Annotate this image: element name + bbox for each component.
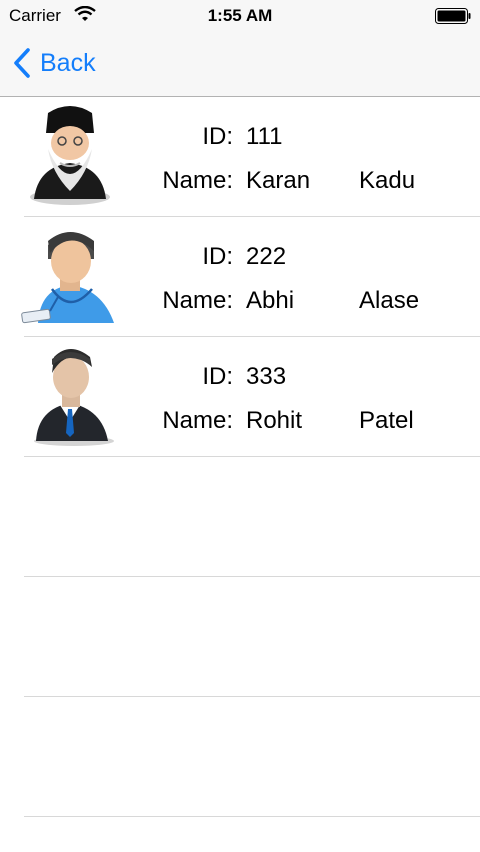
status-bar: Carrier 1:55 AM [0,0,480,32]
empty-row [24,457,480,577]
navigation-bar: Back [0,32,480,97]
clock: 1:55 AM [207,6,273,25]
back-button[interactable]: Back [12,46,96,80]
id-label: ID: [202,123,233,150]
id-value: 333 [246,363,287,390]
chevron-left-icon [14,48,30,78]
name-label: Name: [162,407,233,434]
last-name: Patel [359,407,414,434]
id-value: 111 [246,123,283,150]
id-label: ID: [202,243,233,270]
table-row[interactable]: ID: 333 Name: Rohit Patel [24,337,480,457]
contact-list: ID: 111 Name: Karan Kadu ID: 222 Name: A… [0,97,480,817]
first-name: Rohit [246,407,303,434]
name-label: Name: [162,167,233,194]
elder-turban-avatar [30,106,110,205]
back-label: Back [40,48,96,77]
table-row[interactable]: ID: 222 Name: Abhi Alase [21,217,480,337]
last-name: Kadu [359,167,416,194]
empty-row [24,697,480,817]
battery-icon [435,8,471,24]
blue-shirt-badge-avatar [21,232,114,324]
first-name: Abhi [246,287,295,314]
business-suit-avatar [34,349,114,446]
empty-row [24,577,480,697]
name-label: Name: [162,287,233,314]
id-label: ID: [202,363,233,390]
first-name: Karan [246,167,311,194]
last-name: Alase [359,287,420,314]
table-row[interactable]: ID: 111 Name: Karan Kadu [24,97,480,217]
id-value: 222 [246,243,287,270]
